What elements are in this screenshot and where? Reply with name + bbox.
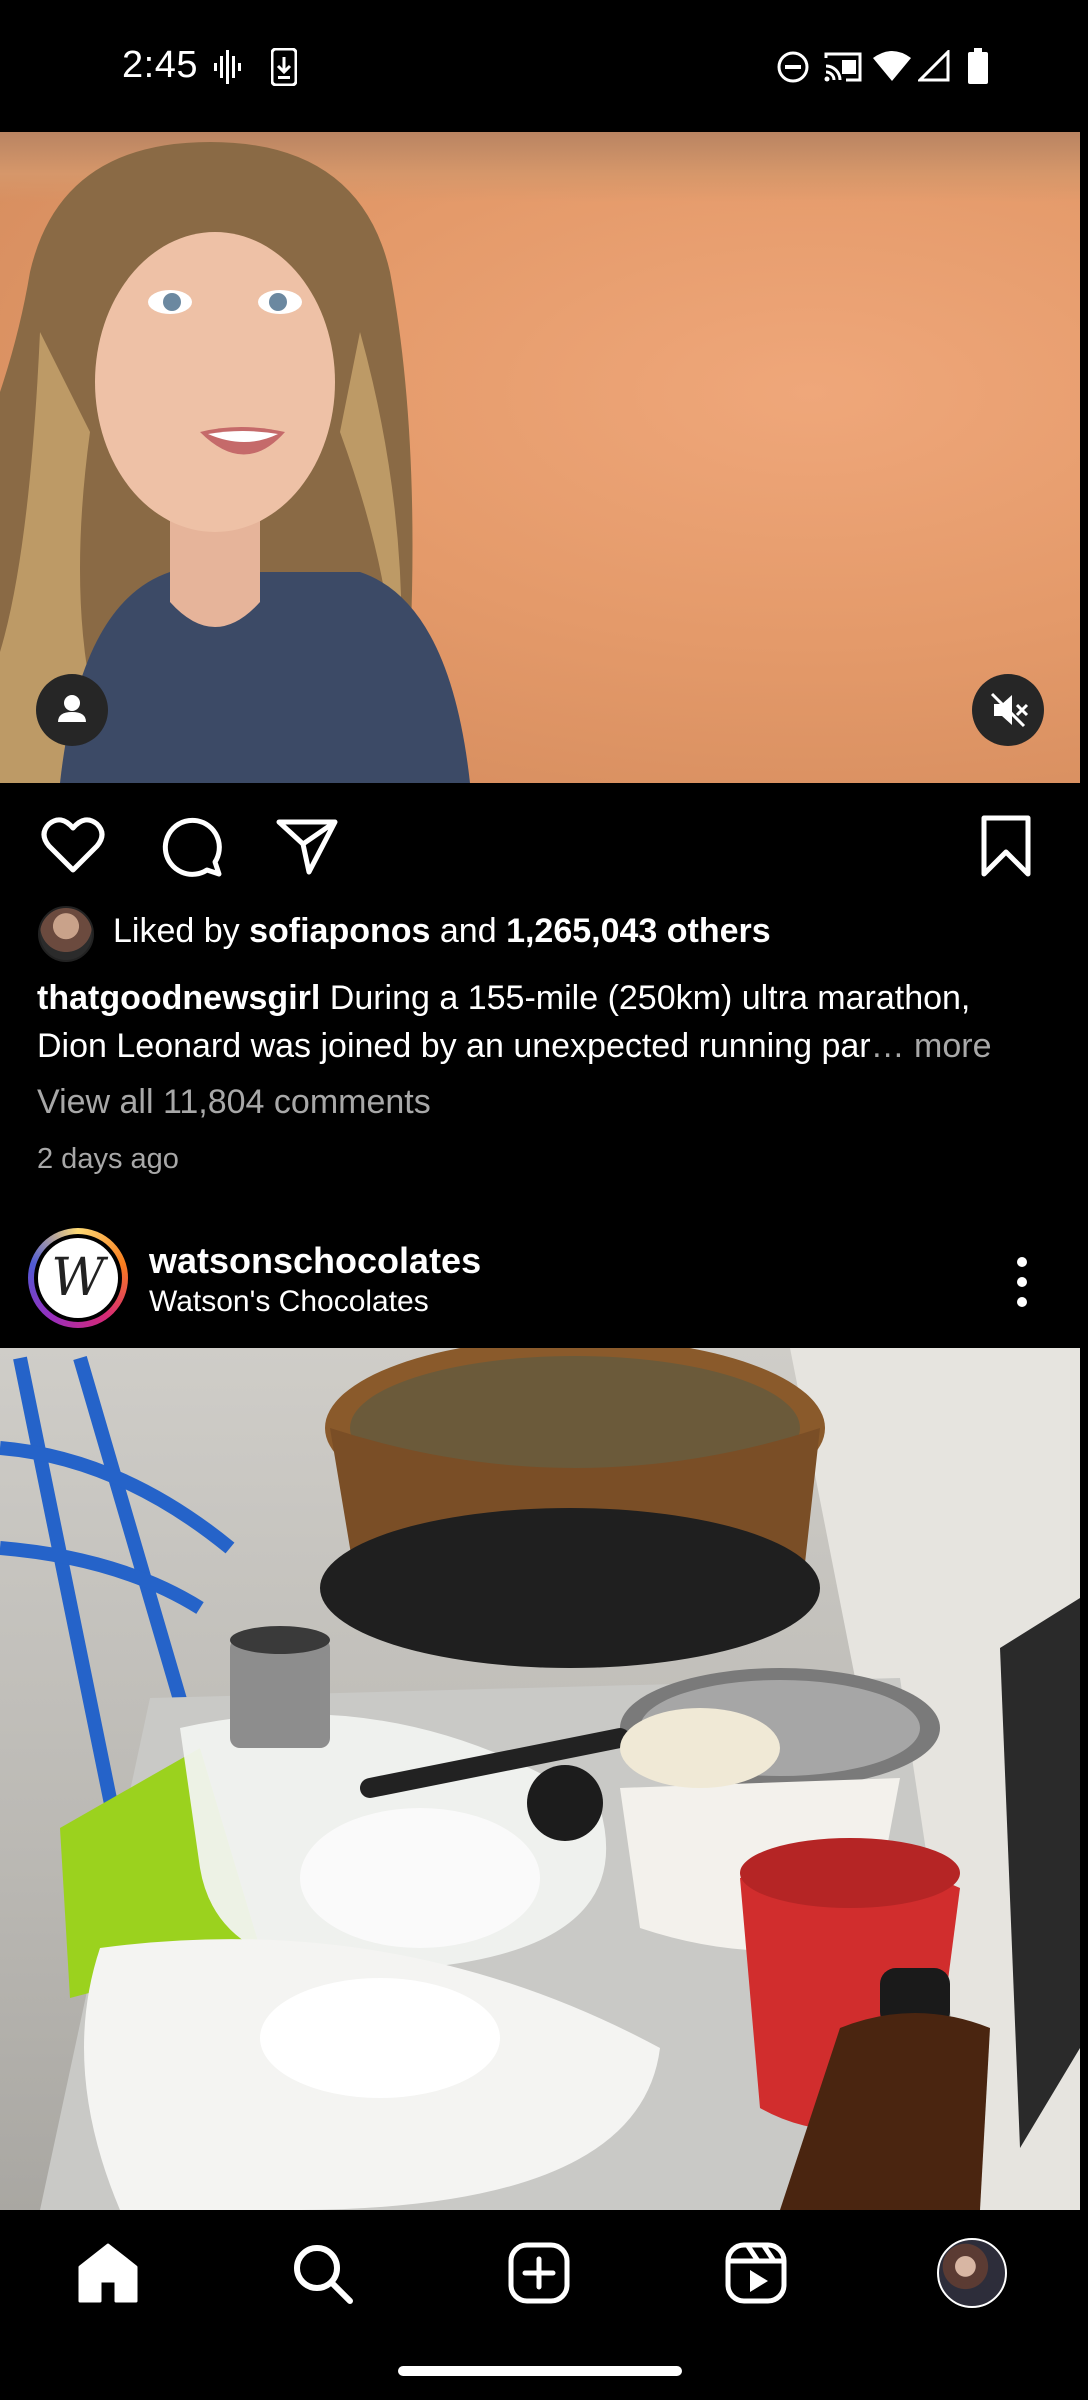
create-icon[interactable]	[503, 2237, 575, 2309]
search-icon[interactable]	[286, 2237, 358, 2309]
home-icon[interactable]	[72, 2237, 144, 2309]
tag-people-button[interactable]	[36, 674, 108, 746]
liked-by-avatar[interactable]	[38, 906, 94, 962]
profile-avatar[interactable]	[937, 2238, 1007, 2308]
waveform-icon	[214, 50, 241, 84]
view-comments-link[interactable]: View all 11,804 comments	[37, 1083, 431, 1122]
more-vertical-icon[interactable]	[1000, 1252, 1044, 1312]
caption-username[interactable]: thatgoodnewsgirl	[37, 979, 320, 1017]
kitchen-scene-illustration	[0, 1348, 1080, 2210]
watsons-logo: W	[38, 1238, 118, 1318]
home-indicator[interactable]	[398, 2366, 682, 2376]
liked-by-and: and	[430, 912, 507, 950]
reels-icon[interactable]	[720, 2237, 792, 2309]
post-timestamp: 2 days ago	[37, 1143, 179, 1175]
post-photo[interactable]	[0, 1348, 1080, 2210]
do-not-disturb-icon	[777, 51, 809, 83]
likes-summary[interactable]: Liked by sofiaponos and 1,265,043 others	[113, 912, 771, 951]
signal-icon	[918, 50, 950, 82]
download-icon	[271, 48, 297, 86]
post-video[interactable]	[0, 132, 1080, 783]
status-time: 2:45	[122, 44, 198, 86]
liked-by-prefix: Liked by	[113, 912, 250, 950]
caption-more-link[interactable]: … more	[871, 1027, 992, 1065]
mute-toggle-button[interactable]	[972, 674, 1044, 746]
bookmark-icon[interactable]	[970, 810, 1042, 882]
heart-icon[interactable]	[37, 810, 109, 882]
post-caption: thatgoodnewsgirl During a 155-mile (250k…	[37, 974, 1047, 1070]
post2-subtitle: Watson's Chocolates	[149, 1285, 429, 1318]
muted-speaker-icon	[990, 692, 1029, 728]
post2-avatar[interactable]: W	[28, 1228, 128, 1328]
battery-icon	[968, 48, 988, 84]
liked-by-user[interactable]: sofiaponos	[249, 912, 430, 950]
wifi-icon	[873, 51, 911, 81]
person-tag-icon	[58, 695, 86, 722]
post2-username[interactable]: watsonschocolates	[149, 1240, 481, 1282]
share-icon[interactable]	[271, 810, 343, 882]
comment-icon[interactable]	[155, 810, 227, 882]
liked-by-others[interactable]: 1,265,043 others	[506, 912, 771, 950]
status-bar: 2:45	[0, 0, 1088, 132]
cast-icon	[824, 52, 862, 82]
presenter-illustration	[0, 142, 470, 783]
